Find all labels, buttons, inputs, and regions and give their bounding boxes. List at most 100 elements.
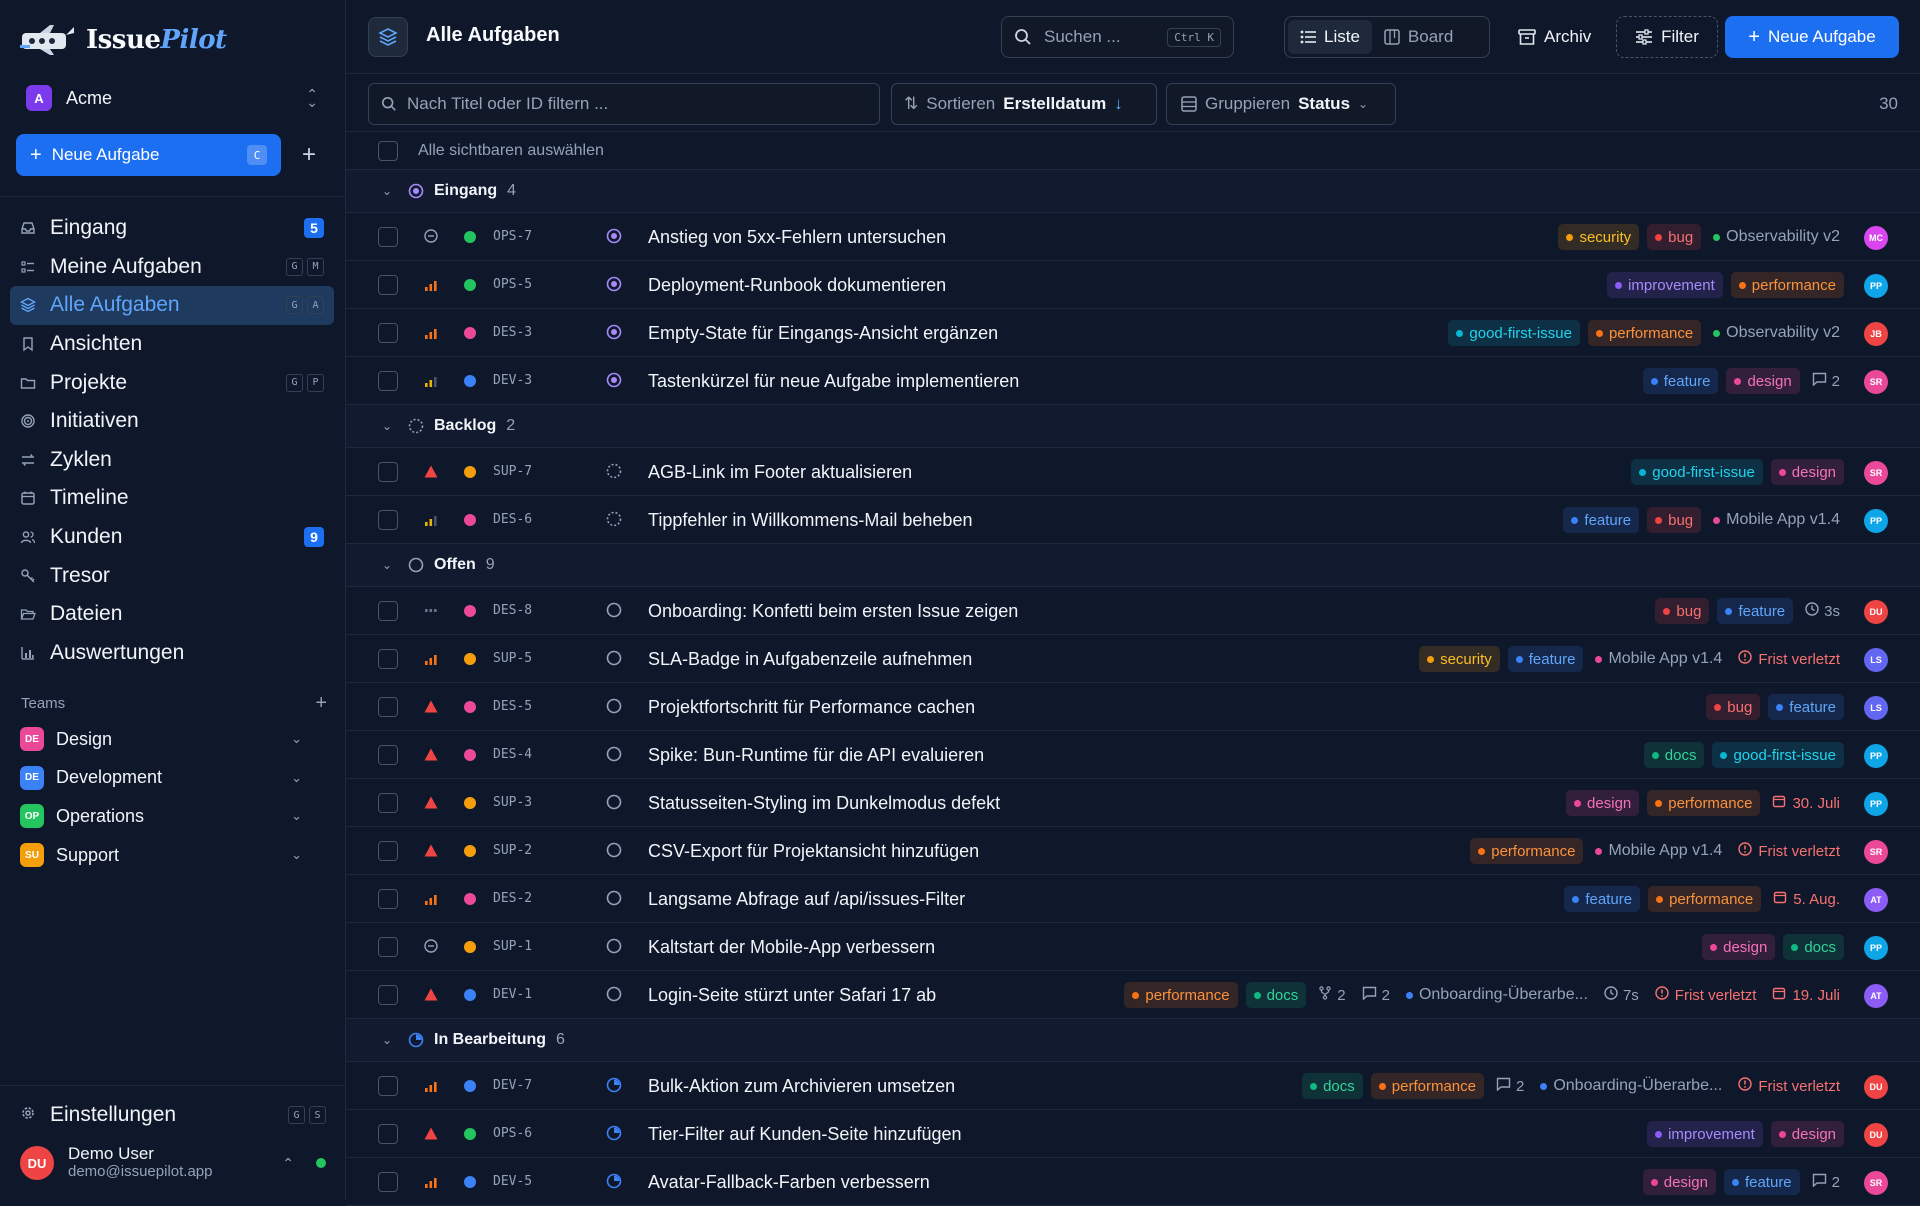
label-chip[interactable]: feature bbox=[1564, 886, 1641, 912]
issue-title[interactable]: Avatar-Fallback-Farben verbessern bbox=[648, 1172, 930, 1193]
priority-urgent-icon[interactable] bbox=[423, 1125, 439, 1141]
select-all-checkbox[interactable] bbox=[378, 140, 398, 161]
user-menu[interactable]: DU Demo User demo@issuepilot.app ⌃ bbox=[20, 1142, 326, 1184]
label-chip[interactable]: bug bbox=[1647, 224, 1702, 250]
chevron-down-icon[interactable]: ⌄ bbox=[291, 770, 302, 786]
label-chip[interactable]: performance bbox=[1730, 272, 1844, 298]
view-list-button[interactable]: Liste bbox=[1288, 20, 1372, 54]
avatar[interactable]: DU bbox=[1864, 1123, 1888, 1147]
avatar[interactable]: PP bbox=[1864, 792, 1888, 816]
label-chip[interactable]: design bbox=[1566, 790, 1640, 816]
table-row[interactable]: DEV-5 Avatar-Fallback-Farben verbessern de… bbox=[346, 1158, 1920, 1206]
label-chip[interactable]: design bbox=[1770, 1121, 1844, 1147]
avatar[interactable]: AT bbox=[1864, 888, 1888, 912]
status-open-icon[interactable] bbox=[606, 938, 622, 954]
sidebar-item-eingang[interactable]: Eingang 5 bbox=[10, 209, 334, 248]
issue-title[interactable]: Bulk-Aktion zum Archivieren umsetzen bbox=[648, 1076, 955, 1097]
team-item-operations[interactable]: OP Operations ⌄ bbox=[20, 797, 302, 836]
new-task-button[interactable]: + Neue Aufgabe C bbox=[16, 134, 281, 176]
avatar[interactable]: PP bbox=[1864, 509, 1888, 533]
row-checkbox[interactable] bbox=[378, 601, 398, 621]
label-chip[interactable]: performance bbox=[1470, 838, 1584, 864]
sidebar-item-timeline[interactable]: Timeline bbox=[10, 479, 334, 518]
table-row[interactable]: DES-6 Tippfehler in Willkommens-Mail behe… bbox=[346, 496, 1920, 544]
row-checkbox[interactable] bbox=[378, 793, 398, 813]
sidebar-item-ansichten[interactable]: Ansichten bbox=[10, 325, 334, 364]
group-button[interactable]: Gruppieren Status ⌄ bbox=[1166, 83, 1396, 125]
label-chip[interactable]: docs bbox=[1783, 934, 1844, 960]
table-row[interactable]: SUP-2 CSV-Export für Projektansicht hinzu… bbox=[346, 827, 1920, 875]
group-header-open[interactable]: ⌄ Offen 9 bbox=[346, 544, 1920, 587]
issue-title[interactable]: Tier-Filter auf Kunden-Seite hinzufügen bbox=[648, 1124, 962, 1145]
avatar[interactable]: MC bbox=[1864, 226, 1888, 250]
label-chip[interactable]: feature bbox=[1723, 1169, 1800, 1195]
status-open-icon[interactable] bbox=[606, 650, 622, 666]
row-checkbox[interactable] bbox=[378, 745, 398, 765]
status-progress-icon[interactable] bbox=[606, 1125, 622, 1141]
status-progress-icon[interactable] bbox=[606, 1173, 622, 1189]
label-chip[interactable]: feature bbox=[1507, 646, 1584, 672]
issue-title[interactable]: CSV-Export für Projektansicht hinzufügen bbox=[648, 841, 979, 862]
table-row[interactable]: OPS-5 Deployment-Runbook dokumentieren imp… bbox=[346, 261, 1920, 309]
label-chip[interactable]: bug bbox=[1706, 694, 1761, 720]
row-checkbox[interactable] bbox=[378, 275, 398, 295]
chevron-down-icon[interactable]: ⌄ bbox=[382, 419, 396, 433]
status-open-icon[interactable] bbox=[606, 746, 622, 762]
add-menu-button[interactable]: + bbox=[296, 138, 322, 172]
status-backlog-icon[interactable] bbox=[606, 511, 622, 527]
sidebar-item-dateien[interactable]: Dateien bbox=[10, 595, 334, 634]
label-chip[interactable]: design bbox=[1702, 934, 1776, 960]
table-row[interactable]: SUP-1 Kaltstart der Mobile-App verbessern… bbox=[346, 923, 1920, 971]
sidebar-item-meine-aufgaben[interactable]: Meine Aufgaben G M bbox=[10, 248, 334, 287]
priority-high-icon[interactable] bbox=[423, 276, 439, 292]
issue-title[interactable]: Tippfehler in Willkommens-Mail beheben bbox=[648, 510, 972, 531]
group-header-progress[interactable]: ⌄ In Bearbeitung 6 bbox=[346, 1019, 1920, 1062]
table-row[interactable]: OPS-7 Anstieg von 5xx-Fehlern untersuchen… bbox=[346, 213, 1920, 261]
sidebar-item-tresor[interactable]: Tresor bbox=[10, 556, 334, 595]
avatar[interactable]: SR bbox=[1864, 840, 1888, 864]
label-chip[interactable]: feature bbox=[1642, 368, 1719, 394]
status-open-icon[interactable] bbox=[606, 698, 622, 714]
row-checkbox[interactable] bbox=[378, 510, 398, 530]
settings-link[interactable]: Einstellungen G S bbox=[20, 1100, 326, 1130]
due-date[interactable]: 30. Juli bbox=[1768, 794, 1844, 812]
row-checkbox[interactable] bbox=[378, 697, 398, 717]
new-task-header-button[interactable]: + Neue Aufgabe bbox=[1725, 16, 1899, 58]
avatar[interactable]: PP bbox=[1864, 274, 1888, 298]
project-link[interactable]: Onboarding-Überarbe... bbox=[1536, 1077, 1726, 1095]
label-chip[interactable]: performance bbox=[1370, 1073, 1484, 1099]
label-chip[interactable]: bug bbox=[1647, 507, 1702, 533]
sidebar-item-alle-aufgaben[interactable]: Alle Aufgaben G A bbox=[10, 286, 334, 325]
chevron-down-icon[interactable]: ⌄ bbox=[382, 558, 396, 572]
due-date[interactable]: 19. Juli bbox=[1768, 986, 1844, 1004]
priority-medium-icon[interactable] bbox=[423, 511, 439, 527]
table-row[interactable]: DES-3 Empty-State für Eingangs-Ansicht er… bbox=[346, 309, 1920, 357]
app-logo[interactable]: IssuePilot bbox=[20, 22, 227, 58]
issue-title[interactable]: Onboarding: Konfetti beim ersten Issue z… bbox=[648, 601, 1018, 622]
workspace-switcher[interactable]: A Acme ⌃ ⌄ bbox=[16, 80, 328, 116]
issue-title[interactable]: Projektfortschritt für Performance cache… bbox=[648, 697, 975, 718]
avatar[interactable]: SR bbox=[1864, 461, 1888, 485]
issue-title[interactable]: SLA-Badge in Aufgabenzeile aufnehmen bbox=[648, 649, 972, 670]
project-link[interactable]: Observability v2 bbox=[1709, 324, 1844, 342]
label-chip[interactable]: good-first-issue bbox=[1631, 459, 1763, 485]
table-row[interactable]: SUP-5 SLA-Badge in Aufgabenzeile aufnehme… bbox=[346, 635, 1920, 683]
issue-title[interactable]: Tastenkürzel für neue Aufgabe implementi… bbox=[648, 371, 1019, 392]
sidebar-item-initiativen[interactable]: Initiativen bbox=[10, 402, 334, 441]
label-chip[interactable]: security bbox=[1419, 646, 1500, 672]
sort-button[interactable]: ⇅ Sortieren Erstelldatum ↓ bbox=[891, 83, 1157, 125]
label-chip[interactable]: improvement bbox=[1647, 1121, 1763, 1147]
team-item-design[interactable]: DE Design ⌄ bbox=[20, 720, 302, 759]
group-header-triage[interactable]: ⌄ Eingang 4 bbox=[346, 170, 1920, 213]
issue-title[interactable]: Empty-State für Eingangs-Ansicht ergänze… bbox=[648, 323, 998, 344]
label-chip[interactable]: security bbox=[1558, 224, 1640, 250]
table-row[interactable]: DEV-7 Bulk-Aktion zum Archivieren umsetze… bbox=[346, 1062, 1920, 1110]
team-item-development[interactable]: DE Development ⌄ bbox=[20, 759, 302, 798]
priority-high-icon[interactable] bbox=[423, 890, 439, 906]
avatar[interactable]: SR bbox=[1864, 1171, 1888, 1195]
project-link[interactable]: Mobile App v1.4 bbox=[1709, 511, 1844, 529]
avatar[interactable]: DU bbox=[1864, 1075, 1888, 1099]
chevron-down-icon[interactable]: ⌄ bbox=[291, 847, 302, 863]
avatar[interactable]: JB bbox=[1864, 322, 1888, 346]
avatar[interactable]: LS bbox=[1864, 648, 1888, 672]
